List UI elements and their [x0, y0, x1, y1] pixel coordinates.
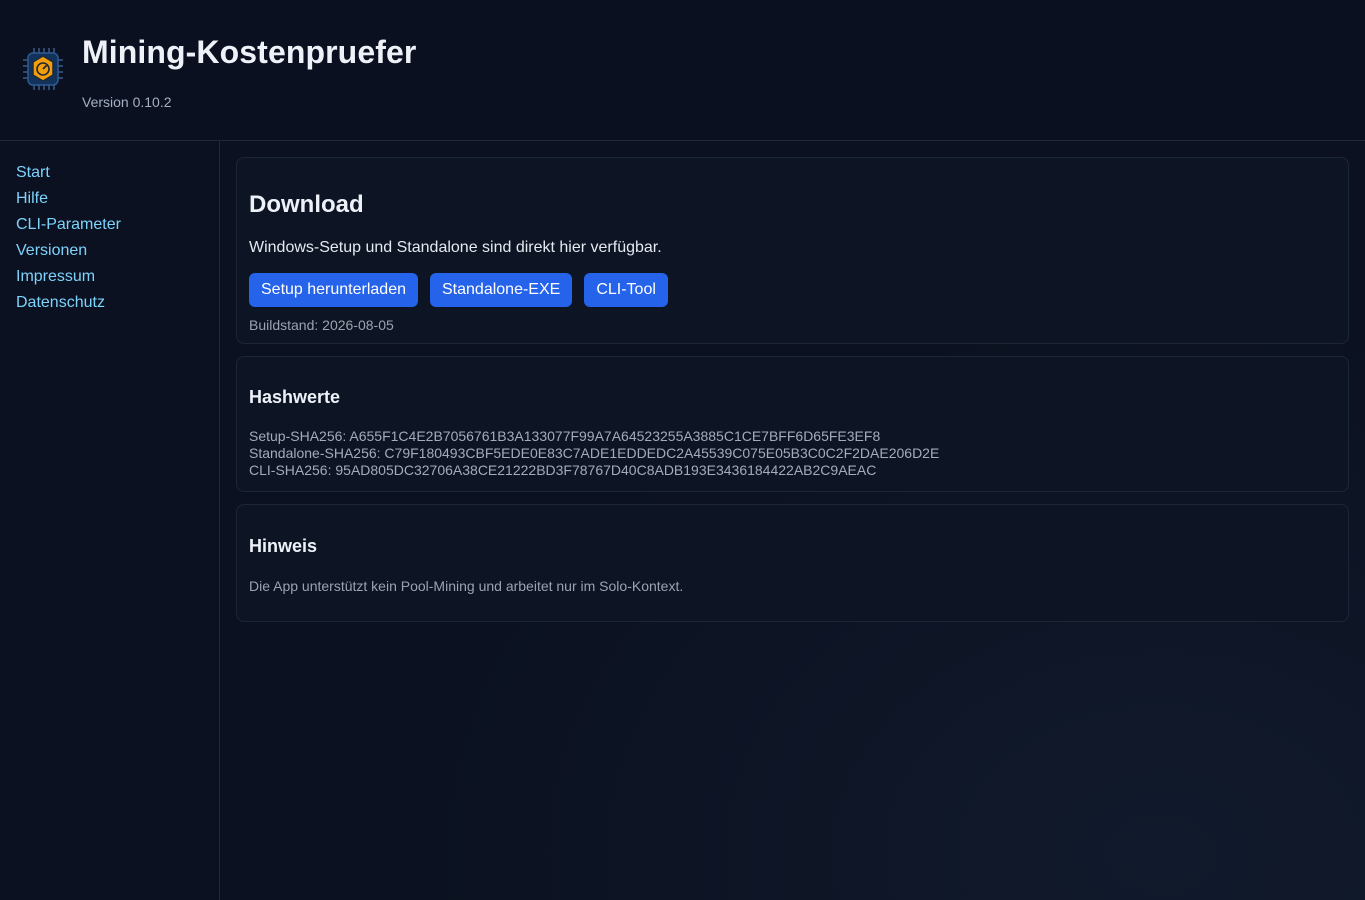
sidebar-item-impressum: Impressum [16, 267, 219, 293]
sidebar-item-versionen: Versionen [16, 241, 219, 267]
setup-download-button[interactable]: Setup herunterladen [249, 273, 418, 307]
download-heading: Download [249, 191, 364, 218]
chip-gauge-icon [23, 48, 63, 90]
app-title: Mining-Kostenpruefer [82, 34, 417, 70]
setup-hash: Setup-SHA256: A655F1C4E2B7056761B3A13307… [249, 428, 881, 444]
nav-link-versionen[interactable]: Versionen [16, 242, 87, 259]
sidebar: Start Hilfe CLI-Parameter Versionen Impr… [0, 141, 220, 900]
sidebar-item-start: Start [16, 163, 219, 189]
nav-link-hilfe[interactable]: Hilfe [16, 190, 48, 207]
app-header: Mining-Kostenpruefer Version 0.10.2 [0, 0, 1365, 141]
nav-link-datenschutz[interactable]: Datenschutz [16, 294, 105, 311]
app-version: Version 0.10.2 [82, 94, 172, 110]
download-button-row: Setup herunterladen Standalone-EXE CLI-T… [249, 273, 1336, 307]
nav-link-cli-parameter[interactable]: CLI-Parameter [16, 216, 121, 233]
note-text: Die App unterstützt kein Pool-Mining und… [249, 578, 684, 594]
sidebar-nav: Start Hilfe CLI-Parameter Versionen Impr… [0, 141, 219, 319]
cli-hash: CLI-SHA256: 95AD805DC32706A38CE21222BD3F… [249, 462, 877, 478]
note-card: Hinweis Die App unterstützt kein Pool-Mi… [236, 504, 1349, 622]
sidebar-item-cli-parameter: CLI-Parameter [16, 215, 219, 241]
main-content: Download Windows-Setup und Standalone si… [236, 157, 1349, 634]
nav-link-start[interactable]: Start [16, 164, 50, 181]
build-date: Buildstand: 2026-08-05 [249, 317, 394, 333]
hash-card: Hashwerte Setup-SHA256: A655F1C4E2B70567… [236, 356, 1349, 492]
sidebar-item-hilfe: Hilfe [16, 189, 219, 215]
nav-link-impressum[interactable]: Impressum [16, 268, 95, 285]
standalone-exe-button[interactable]: Standalone-EXE [430, 273, 573, 307]
download-card: Download Windows-Setup und Standalone si… [236, 157, 1349, 344]
download-description: Windows-Setup und Standalone sind direkt… [249, 239, 662, 256]
hash-heading: Hashwerte [249, 387, 341, 407]
standalone-hash: Standalone-SHA256: C79F180493CBF5EDE0E83… [249, 445, 940, 461]
note-heading: Hinweis [249, 536, 318, 556]
hash-list: Setup-SHA256: A655F1C4E2B7056761B3A13307… [249, 428, 1336, 479]
sidebar-item-datenschutz: Datenschutz [16, 293, 219, 319]
cli-tool-button[interactable]: CLI-Tool [584, 273, 668, 307]
